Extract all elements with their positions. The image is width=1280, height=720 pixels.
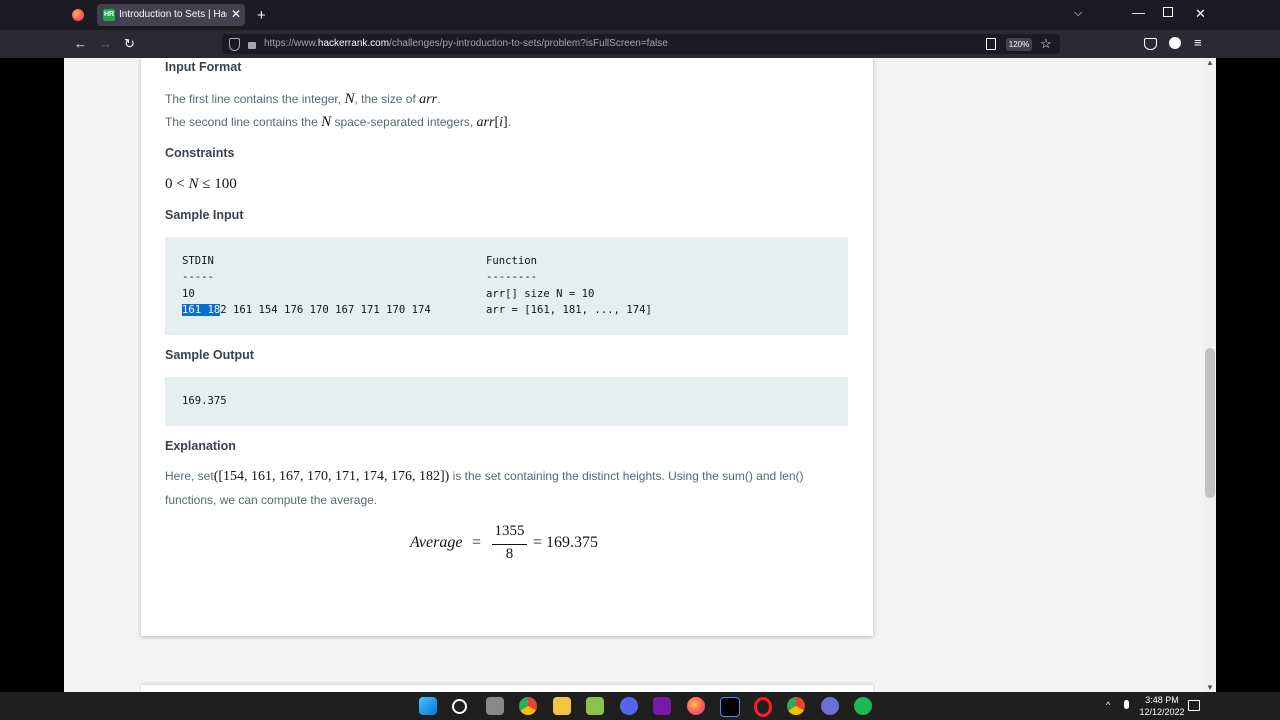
spotify-icon[interactable]	[854, 697, 872, 715]
scrollbar-thumb[interactable]	[1205, 348, 1215, 498]
zoom-level-badge[interactable]: 120%	[1006, 38, 1032, 51]
sample-input-code-block	[165, 237, 848, 335]
average-denominator: 8	[505, 546, 514, 562]
clock-date[interactable]: 12/12/2022	[1138, 707, 1186, 717]
fraction-bar	[492, 544, 527, 545]
new-tab-icon[interactable]: +	[257, 7, 266, 24]
input-format-line-2: The second line contains the N space-sep…	[165, 114, 512, 130]
microphone-icon[interactable]	[1124, 700, 1129, 709]
next-card	[141, 685, 873, 692]
pocket-icon[interactable]	[1144, 38, 1157, 50]
tab-hackerrank[interactable]: HR Introduction to Sets | HackerRank ✕	[97, 4, 245, 26]
average-result: = 169.375	[533, 534, 599, 551]
opera-icon[interactable]	[754, 697, 772, 717]
intellij-icon[interactable]	[720, 697, 740, 717]
selected-text: 161 18	[182, 304, 221, 316]
url-text[interactable]: https://www.hackerrank.com/challenges/py…	[264, 38, 668, 49]
forward-arrow-icon[interactable]: →	[99, 36, 112, 51]
notepad-plus-icon[interactable]	[586, 697, 604, 715]
explanation-line-2: functions, we can compute the average.	[165, 493, 378, 507]
hackerrank-favicon-icon: HR	[103, 9, 115, 21]
average-equals: =	[472, 534, 482, 551]
account-avatar-icon[interactable]	[1169, 37, 1181, 49]
constraints-heading: Constraints	[165, 146, 235, 160]
function-label: Function	[486, 255, 538, 267]
notifications-icon[interactable]	[1188, 700, 1200, 711]
hamburger-menu-icon[interactable]: ≡	[1194, 35, 1202, 50]
tracking-shield-icon[interactable]	[229, 38, 240, 51]
input-format-heading: Input Format	[165, 60, 242, 74]
stdin-dash: -----	[182, 271, 214, 283]
close-tab-icon[interactable]: ✕	[231, 7, 241, 21]
function-line-1: arr[] size N = 10	[486, 288, 595, 300]
app-icon[interactable]	[821, 697, 839, 715]
stdin-line-2: 161 182 161 154 176 170 167 171 170 174	[182, 304, 431, 316]
sample-output-code-block	[165, 377, 848, 426]
explanation-line-1: Here, set([154, 161, 167, 170, 171, 174,…	[165, 469, 804, 484]
bookmark-star-icon[interactable]: ☆	[1040, 36, 1052, 52]
scroll-down-arrow-icon[interactable]: ▼	[1206, 683, 1214, 692]
discord-icon[interactable]	[620, 697, 638, 715]
stdin-label: STDIN	[182, 255, 214, 267]
function-dash: --------	[486, 271, 538, 283]
reload-icon[interactable]: ↻	[124, 36, 135, 52]
explanation-heading: Explanation	[165, 439, 236, 453]
close-window-icon[interactable]: ✕	[1195, 6, 1206, 22]
back-arrow-icon[interactable]: ←	[74, 36, 87, 51]
input-format-line-1: The first line contains the integer, N, …	[165, 91, 441, 107]
chrome-icon[interactable]	[519, 697, 537, 715]
reader-view-icon[interactable]	[986, 38, 996, 50]
scroll-up-arrow-icon[interactable]: ▲	[1206, 58, 1214, 67]
constraint-formula: 0 < N ≤ 100	[165, 176, 237, 192]
restore-icon[interactable]	[1163, 7, 1173, 17]
average-label: Average	[410, 534, 463, 551]
function-line-2: arr = [161, 181, ..., 174]	[486, 304, 652, 316]
tab-title: Introduction to Sets | HackerRank	[119, 9, 227, 20]
firefox-icon[interactable]	[687, 697, 705, 715]
minimize-icon[interactable]: —	[1132, 5, 1145, 20]
sample-input-heading: Sample Input	[165, 208, 244, 222]
firefox-menu-icon[interactable]	[72, 9, 84, 21]
sample-output-heading: Sample Output	[165, 348, 254, 362]
task-view-icon[interactable]	[486, 697, 504, 715]
chrome-profile-icon[interactable]	[787, 697, 805, 715]
file-explorer-icon[interactable]	[553, 697, 571, 715]
sample-output-value: 169.375	[182, 395, 227, 407]
tray-chevron-icon[interactable]: ^	[1106, 700, 1110, 710]
onenote-icon[interactable]	[653, 697, 671, 715]
stdin-line-1: 10	[182, 288, 195, 300]
clock-time[interactable]: 3:48 PM	[1138, 695, 1186, 705]
average-numerator: 1355	[494, 523, 525, 539]
windows-start-icon[interactable]	[419, 697, 437, 715]
search-icon[interactable]	[452, 699, 467, 714]
list-tabs-chevron-icon[interactable]: ⌵	[1074, 7, 1082, 20]
windows-taskbar	[0, 692, 1280, 720]
lock-icon[interactable]	[248, 42, 256, 49]
